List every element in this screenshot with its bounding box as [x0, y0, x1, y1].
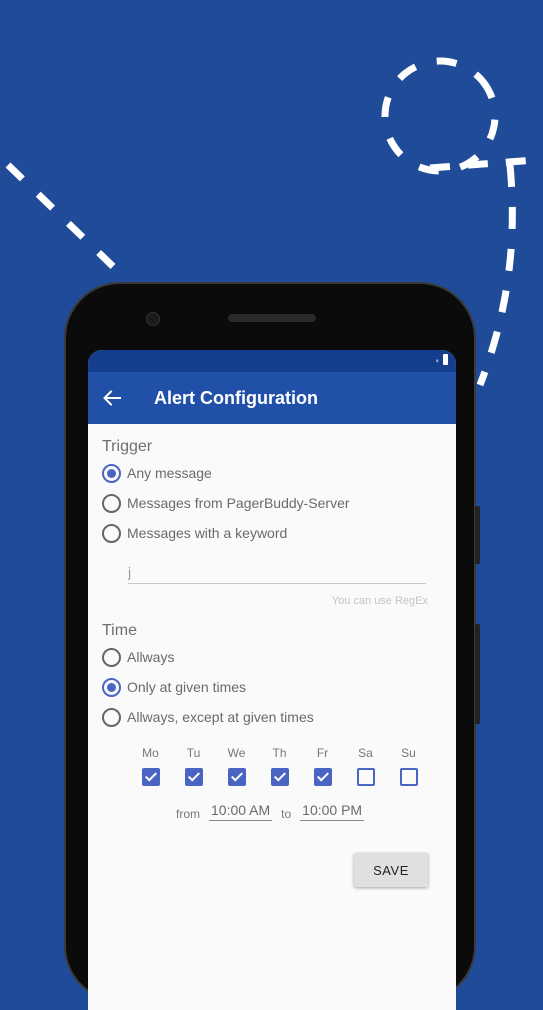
arrow-back-icon [103, 390, 121, 406]
day-we: We [215, 746, 258, 786]
keyword-hint: You can use RegEx [331, 595, 428, 607]
radio-label: Allways, except at given times [127, 709, 314, 725]
time-option-always[interactable]: Allways [102, 642, 442, 672]
day-label: Su [401, 746, 416, 760]
trigger-option-server[interactable]: Messages from PagerBuddy-Server [102, 488, 442, 518]
trigger-option-keyword[interactable]: Messages with a keyword [102, 518, 442, 548]
time-option-except-given-times[interactable]: Allways, except at given times [102, 702, 442, 732]
day-checkbox[interactable] [356, 768, 375, 786]
time-range: from 10:00 AM to 10:00 PM [176, 802, 442, 821]
keyword-input[interactable] [128, 560, 426, 584]
day-label: Mo [142, 746, 159, 760]
save-button[interactable]: SAVE [354, 853, 428, 887]
keyword-field-wrap [128, 560, 426, 584]
day-fr: Fr [301, 746, 344, 786]
radio-label: Messages with a keyword [127, 525, 288, 541]
day-label: Sa [358, 746, 373, 760]
day-sa: Sa [344, 746, 387, 786]
front-camera [146, 312, 160, 326]
from-time-picker[interactable]: 10:00 AM [209, 802, 273, 821]
trigger-option-any[interactable]: Any message [102, 458, 442, 488]
day-checkbox[interactable] [270, 768, 289, 786]
page-title: Alert Configuration [154, 387, 318, 408]
status-bar: × [88, 350, 456, 372]
battery-icon [443, 354, 448, 365]
app-screen: × Alert Configuration Trigger Any messag… [88, 350, 456, 1010]
day-tu: Tu [172, 746, 215, 786]
trigger-section-title: Trigger [102, 438, 153, 455]
time-section-title: Time [102, 622, 137, 639]
weekday-selector: Mo Tu We Th Fr Sa Su [129, 746, 442, 786]
power-button [475, 624, 480, 724]
back-button[interactable] [88, 374, 136, 422]
radio-label: Any message [127, 465, 212, 481]
day-checkbox[interactable] [399, 768, 418, 786]
day-label: Fr [316, 746, 329, 760]
volume-button [475, 506, 480, 564]
actions: SAVE [102, 853, 442, 887]
radio-button[interactable] [102, 677, 121, 697]
day-mo: Mo [129, 746, 172, 786]
signal-icon: × [435, 359, 439, 365]
alert-form: Trigger Any message Messages from PagerB… [88, 436, 456, 887]
to-time-picker[interactable]: 10:00 PM [300, 802, 365, 821]
radio-label: Only at given times [127, 679, 247, 695]
day-checkbox[interactable] [227, 768, 246, 786]
day-label: Th [272, 746, 287, 760]
day-checkbox[interactable] [184, 768, 203, 786]
day-checkbox[interactable] [141, 768, 160, 786]
from-label: from [176, 807, 200, 821]
radio-button[interactable] [102, 707, 121, 727]
radio-label: Allways [127, 649, 175, 665]
status-icons: × [435, 354, 448, 365]
day-label: Tu [186, 746, 201, 760]
radio-button[interactable] [102, 463, 121, 483]
speaker-grille [228, 314, 316, 322]
app-bar: Alert Configuration [88, 372, 456, 424]
time-option-given-times[interactable]: Only at given times [102, 672, 442, 702]
radio-label: Messages from PagerBuddy-Server [127, 495, 350, 511]
day-su: Su [387, 746, 430, 786]
to-label: to [281, 807, 292, 821]
radio-button[interactable] [102, 493, 121, 513]
phone-frame: × Alert Configuration Trigger Any messag… [64, 282, 480, 1010]
day-label: We [227, 746, 246, 760]
radio-button[interactable] [102, 647, 121, 667]
day-checkbox[interactable] [313, 768, 332, 786]
day-th: Th [258, 746, 301, 786]
radio-button[interactable] [102, 523, 121, 543]
